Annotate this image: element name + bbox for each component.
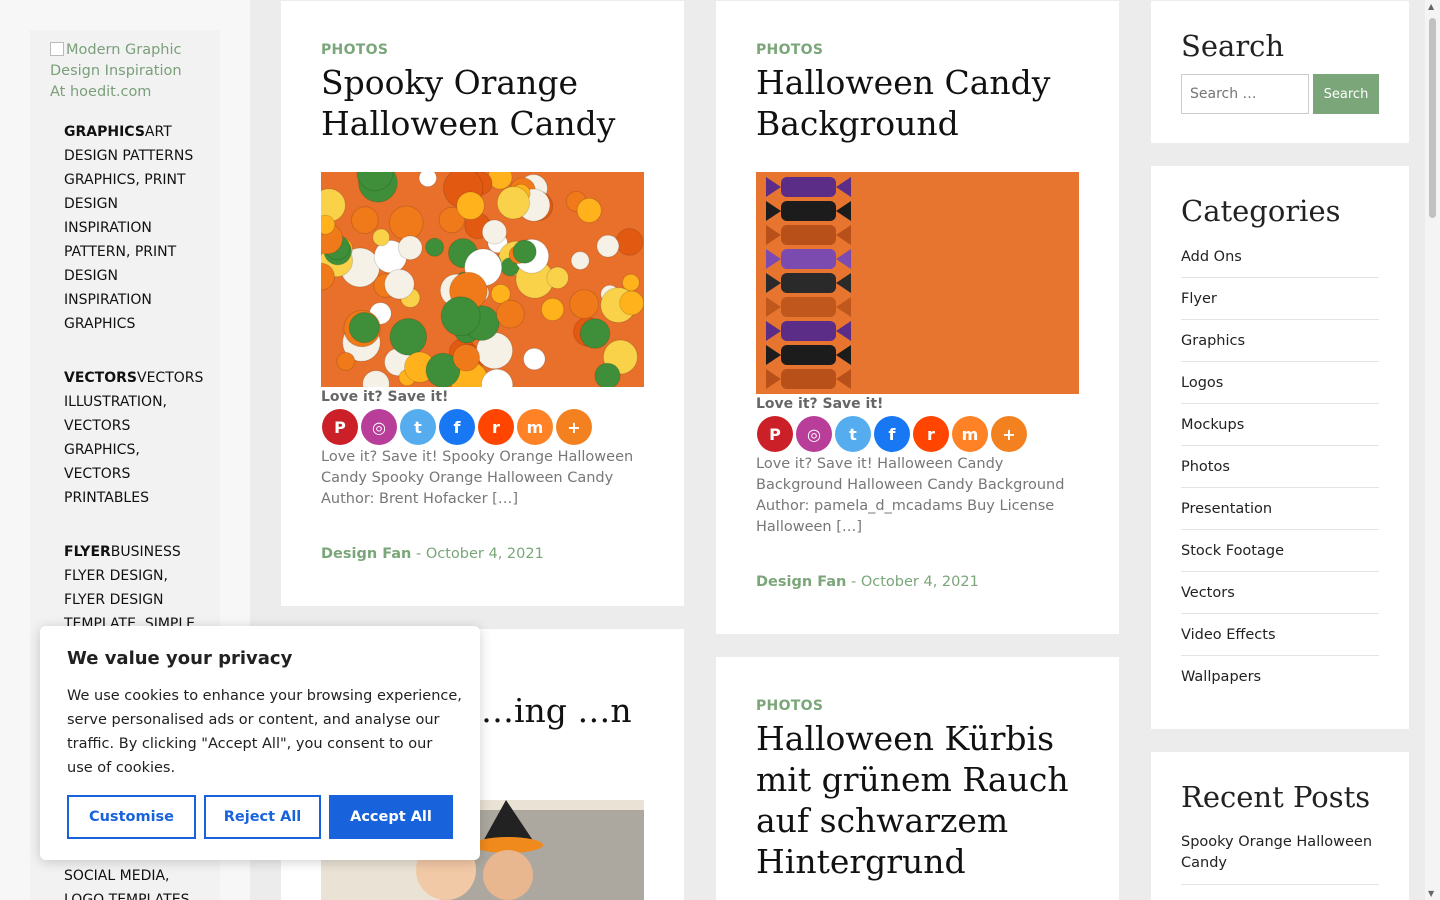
more-icon[interactable]: +: [991, 416, 1027, 452]
broken-image-icon: [50, 42, 64, 56]
pinterest-icon[interactable]: P: [322, 409, 358, 445]
category-link[interactable]: Graphics: [1181, 320, 1379, 362]
twitter-icon[interactable]: t: [400, 409, 436, 445]
menu-subitems-logos[interactable]: SOCIAL MEDIA, LOGO TEMPLATES: [64, 868, 189, 900]
post-meta: Design Fan - October 4, 2021: [321, 546, 544, 562]
post-author[interactable]: Design Fan: [321, 546, 411, 562]
reddit-icon[interactable]: r: [478, 409, 514, 445]
mix-icon[interactable]: m: [517, 409, 553, 445]
post-category[interactable]: PHOTOS: [321, 42, 388, 58]
post-title[interactable]: Spooky Orange Halloween Candy: [321, 62, 661, 144]
post-date[interactable]: October 4, 2021: [861, 574, 979, 590]
share-icons: P ◎ t f r m +: [757, 416, 1027, 452]
search-input[interactable]: [1181, 74, 1309, 114]
widget-title: Search: [1181, 29, 1285, 63]
category-link[interactable]: Presentation: [1181, 488, 1379, 530]
more-icon[interactable]: +: [556, 409, 592, 445]
menu-item-graphics[interactable]: GRAPHICSART DESIGN PATTERNS GRAPHICS, PR…: [64, 120, 204, 336]
post-thumbnail[interactable]: [756, 172, 1079, 394]
post-title[interactable]: …ing …n: [481, 690, 681, 731]
category-link[interactable]: Wallpapers: [1181, 656, 1379, 698]
meta-separator: -: [411, 546, 426, 562]
scrollbar-thumb[interactable]: [1429, 18, 1436, 218]
pinterest-icon[interactable]: P: [757, 416, 793, 452]
facebook-icon[interactable]: f: [874, 416, 910, 452]
accept-all-button[interactable]: Accept All: [329, 795, 453, 839]
post-title[interactable]: Halloween Candy Background: [756, 62, 1096, 144]
wrapped-candy-photo: [756, 172, 1079, 394]
category-link[interactable]: Stock Footage: [1181, 530, 1379, 572]
category-link[interactable]: Flyer: [1181, 278, 1379, 320]
menu-item-logos[interactable]: SOCIAL MEDIA, LOGO TEMPLATES: [64, 864, 204, 900]
page-scrollbar[interactable]: ▲ ▼: [1425, 0, 1440, 900]
reddit-icon[interactable]: r: [913, 416, 949, 452]
post-category[interactable]: PHOTOS: [756, 42, 823, 58]
scroll-up-icon[interactable]: ▲: [1428, 2, 1434, 11]
mix-icon[interactable]: m: [952, 416, 988, 452]
post-meta: Design Fan - October 4, 2021: [756, 574, 979, 590]
menu-subitems-graphics[interactable]: ART DESIGN PATTERNS GRAPHICS, PRINT DESI…: [64, 124, 193, 332]
post-excerpt: Love it? Save it! Spooky Orange Hallowee…: [321, 449, 634, 507]
category-link[interactable]: Photos: [1181, 446, 1379, 488]
instagram-icon[interactable]: ◎: [796, 416, 832, 452]
meta-separator: -: [846, 574, 861, 590]
share-heading: Love it? Save it!: [756, 396, 884, 412]
post-card: PHOTOS Halloween Candy Background Love i…: [716, 1, 1119, 634]
facebook-icon[interactable]: f: [439, 409, 475, 445]
menu-item-vectors[interactable]: VECTORSVECTORS ILLUSTRATION, VECTORS GRA…: [64, 366, 204, 510]
menu-head-vectors[interactable]: VECTORS: [64, 370, 137, 386]
category-list: Add Ons Flyer Graphics Logos Mockups Pho…: [1181, 236, 1379, 698]
site-logo[interactable]: Modern Graphic Design Inspiration At hoe…: [50, 40, 200, 103]
post-date[interactable]: October 4, 2021: [426, 546, 544, 562]
scroll-down-icon[interactable]: ▼: [1428, 889, 1434, 898]
post-author[interactable]: Design Fan: [756, 574, 846, 590]
logo-alt-text: Modern Graphic Design Inspiration At hoe…: [50, 42, 182, 100]
menu-head-flyer[interactable]: FLYER: [64, 544, 111, 560]
post-card: PHOTOS Halloween Kürbis mit grünem Rauch…: [716, 657, 1119, 900]
categories-widget: Categories Add Ons Flyer Graphics Logos …: [1151, 166, 1409, 729]
category-link[interactable]: Mockups: [1181, 404, 1379, 446]
category-link[interactable]: Logos: [1181, 362, 1379, 404]
post-card: PHOTOS Spooky Orange Halloween Candy Lov…: [281, 1, 684, 606]
post-category[interactable]: PHOTOS: [756, 698, 823, 714]
cookie-consent-banner: We value your privacy We use cookies to …: [40, 626, 480, 860]
category-link[interactable]: Video Effects: [1181, 614, 1379, 656]
search-widget: Search Search: [1151, 1, 1409, 143]
recent-post-link[interactable]: Spooky Orange Halloween Candy: [1181, 832, 1379, 885]
menu-item-flyer[interactable]: FLYERBUSINESS FLYER DESIGN, FLYER DESIGN…: [64, 540, 204, 636]
cookie-text: We use cookies to enhance your browsing …: [67, 688, 462, 776]
menu-subitems-vectors[interactable]: VECTORS ILLUSTRATION, VECTORS GRAPHICS, …: [64, 370, 203, 506]
post-excerpt: Love it? Save it! Halloween Candy Backgr…: [756, 456, 1065, 535]
widget-title: Recent Posts: [1181, 780, 1371, 814]
search-button[interactable]: Search: [1313, 74, 1379, 114]
share-icons: P ◎ t f r m +: [322, 409, 592, 445]
customise-button[interactable]: Customise: [67, 795, 196, 839]
candy-photo: [321, 172, 644, 387]
widget-title: Categories: [1181, 194, 1341, 228]
twitter-icon[interactable]: t: [835, 416, 871, 452]
category-link[interactable]: Add Ons: [1181, 236, 1379, 278]
reject-all-button[interactable]: Reject All: [204, 795, 321, 839]
share-heading: Love it? Save it!: [321, 389, 449, 405]
post-title[interactable]: Halloween Kürbis mit grünem Rauch auf sc…: [756, 718, 1101, 882]
menu-head-graphics[interactable]: GRAPHICS: [64, 124, 145, 140]
post-thumbnail[interactable]: [321, 172, 644, 387]
instagram-icon[interactable]: ◎: [361, 409, 397, 445]
cookie-title: We value your privacy: [67, 648, 293, 669]
recent-posts-widget: Recent Posts Spooky Orange Halloween Can…: [1151, 752, 1409, 900]
category-link[interactable]: Vectors: [1181, 572, 1379, 614]
